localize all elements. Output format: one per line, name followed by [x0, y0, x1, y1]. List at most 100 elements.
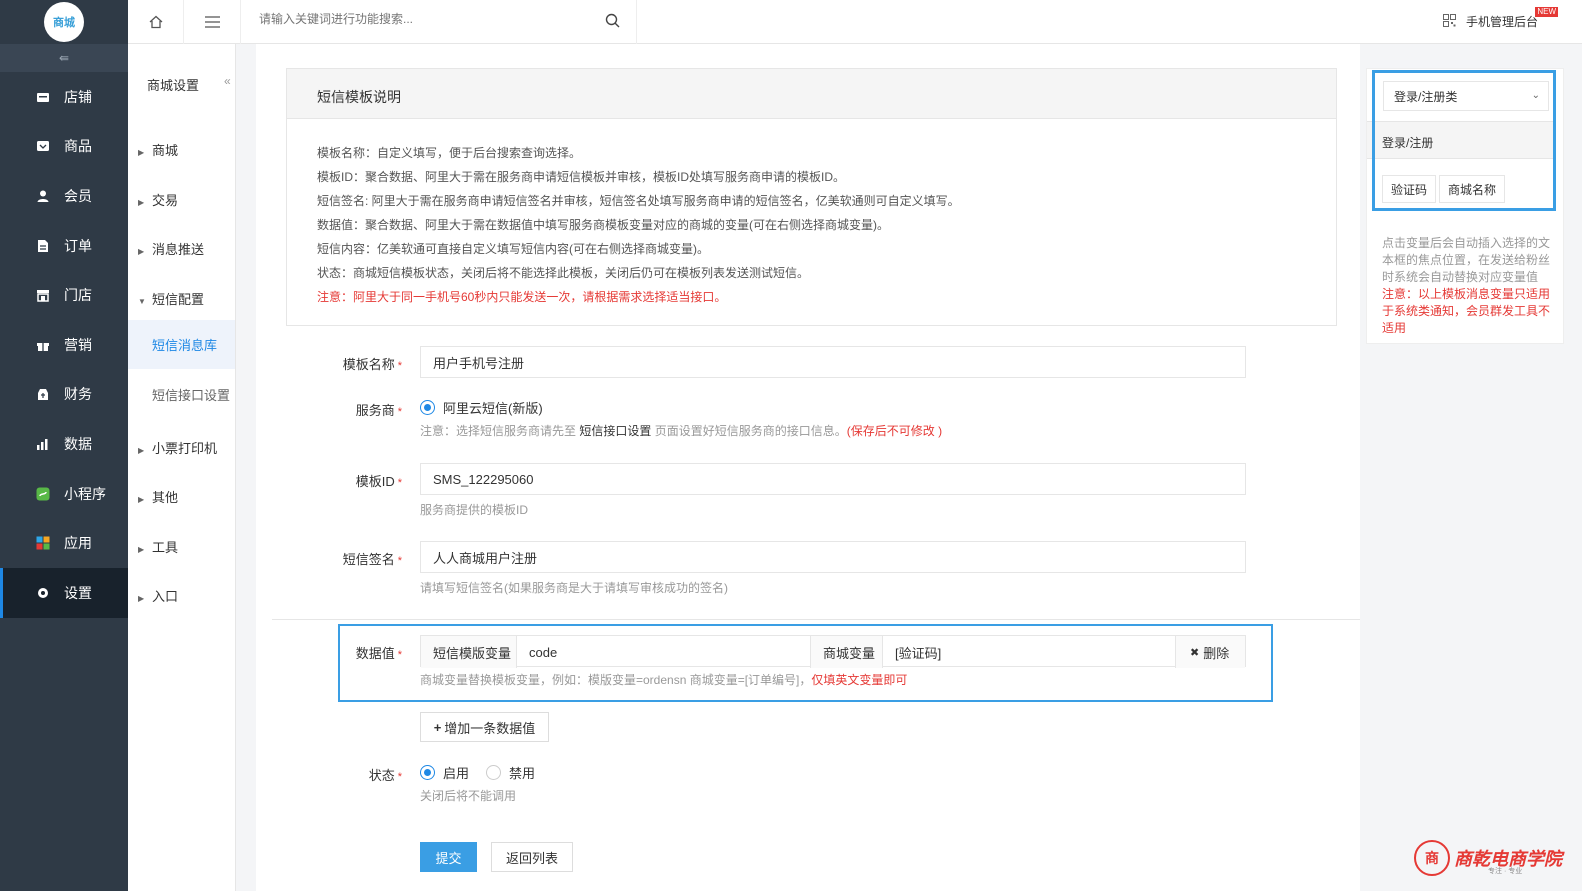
caret-right-icon: ▶	[138, 545, 145, 554]
main-sidebar: 商城 ⇚ 店铺商品会员订单门店营销财务数据小程序应用设置	[0, 0, 128, 891]
submenu-child[interactable]: 短信消息库	[128, 320, 235, 369]
data-value-hint: 商城变量替换模板变量，例如：模版变量=ordensn 商城变量=[订单编号]，仅…	[420, 673, 908, 687]
home-icon[interactable]	[128, 0, 184, 44]
collapse-icon[interactable]: «	[224, 74, 231, 88]
caret-right-icon: ▶	[138, 148, 145, 157]
template-var-addon: 短信模版变量	[421, 636, 517, 668]
submenu-group[interactable]: ▶ 入口	[138, 586, 178, 605]
gear-icon	[36, 586, 50, 600]
new-badge: NEW	[1535, 7, 1558, 17]
shop-icon	[36, 288, 50, 302]
member-icon	[36, 189, 50, 203]
sidebar-item-label: 小程序	[64, 485, 106, 502]
info-warning: 注意：阿里大于同一手机号60秒内只能发送一次，请根据需求选择适当接口。	[317, 290, 727, 304]
submenu-group[interactable]: ▼ 短信配置	[138, 289, 204, 308]
data-value-label: 数据值 *	[355, 646, 402, 661]
add-data-value-button[interactable]: + 增加一条数据值	[420, 712, 549, 742]
submenu-child[interactable]: 短信接口设置	[128, 370, 235, 419]
sidebar-item-gift[interactable]: 营销	[0, 320, 128, 370]
caret-right-icon: ▶	[138, 247, 145, 256]
template-var-input[interactable]: code	[517, 636, 811, 668]
sidebar-item-gear[interactable]: 设置	[0, 567, 128, 618]
status-off-dot[interactable]	[486, 765, 501, 780]
store-icon	[36, 90, 50, 104]
info-line: 短信签名: 阿里大于需在服务商申请短信签名并审核，短信签名处填写服务商申请的短信…	[317, 194, 960, 208]
search-box	[242, 0, 637, 44]
submenu-group[interactable]: ▶ 工具	[138, 537, 178, 556]
template-name-label: 模板名称 *	[342, 357, 402, 372]
submenu-group[interactable]: ▶ 其他	[138, 487, 178, 506]
submenu-group-label: 交易	[152, 193, 179, 208]
sidebar-item-chart[interactable]: 数据	[0, 419, 128, 469]
mobile-admin-link[interactable]: 手机管理后台	[1442, 13, 1538, 30]
search-input[interactable]	[259, 12, 589, 26]
submenu-group-label: 工具	[152, 540, 179, 555]
gift-icon	[36, 338, 50, 352]
order-icon	[36, 239, 50, 253]
caret-right-icon: ▶	[138, 594, 145, 603]
info-line: 数据值：聚合数据、阿里大于需在数据值中填写服务商模板变量对应的商城的变量(可在右…	[317, 218, 889, 232]
provider-radio[interactable]: 阿里云短信(新版)	[420, 398, 543, 417]
provider-radio-dot[interactable]	[420, 400, 435, 415]
data-value-group: 短信模版变量 code 商城变量 [验证码] ✖ 删除	[420, 635, 1246, 668]
sidebar-item-apps[interactable]: 应用	[0, 518, 128, 568]
sidebar-item-label: 门店	[64, 287, 92, 304]
sidebar-item-label: 店铺	[64, 88, 92, 105]
variable-note: 点击变量后会自动插入选择的文本框的焦点位置，在发送给粉丝时系统会自动替换对应变量…	[1382, 236, 1551, 335]
submenu-group[interactable]: ▶ 小票打印机	[138, 438, 217, 457]
sms-interface-link[interactable]: 短信接口设置	[579, 424, 651, 438]
caret-right-icon: ▶	[138, 495, 145, 504]
sidebar-item-order[interactable]: 订单	[0, 221, 128, 271]
submenu-group-label: 商城	[152, 143, 179, 158]
sms-sign-input[interactable]: 人人商城用户注册	[420, 541, 1246, 573]
sidebar-item-store[interactable]: 店铺	[0, 72, 128, 122]
submenu-group[interactable]: ▶ 消息推送	[138, 239, 204, 258]
shop-var-input[interactable]: [验证码]	[883, 636, 1176, 668]
delete-button[interactable]: ✖ 删除	[1176, 636, 1245, 668]
sidebar-item-shop[interactable]: 门店	[0, 270, 128, 320]
sms-sign-label: 短信签名 *	[342, 552, 402, 567]
template-id-input[interactable]: SMS_122295060	[420, 463, 1246, 495]
close-icon: ✖	[1190, 646, 1200, 659]
main-content: 短信模板说明 模板名称：自定义填写，便于后台搜索查询选择。模板ID：聚合数据、阿…	[256, 44, 1360, 891]
sidebar-item-goods[interactable]: 商品	[0, 122, 128, 172]
status-on-radio[interactable]: 启用	[420, 763, 469, 782]
apps-icon	[36, 536, 50, 550]
watermark-emblem-icon: 商	[1414, 840, 1450, 876]
provider-hint: 注意：选择短信服务商请先至 短信接口设置 页面设置好短信服务商的接口信息。(保存…	[420, 424, 943, 438]
goods-icon	[36, 139, 50, 153]
sidebar-item-label: 应用	[64, 535, 92, 552]
submenu-title: 商城设置	[147, 78, 200, 93]
info-line: 模板ID：聚合数据、阿里大于需在服务商申请短信模板并审核，模板ID处填写服务商申…	[317, 170, 846, 184]
sidebar-item-miniprogram[interactable]: 小程序	[0, 469, 128, 519]
submenu-group[interactable]: ▶ 商城	[138, 140, 178, 159]
template-id-label: 模板ID *	[355, 474, 402, 489]
back-to-list-button[interactable]: 返回列表	[491, 842, 573, 872]
sidebar-fold-icon[interactable]: ⇚	[0, 44, 128, 72]
shop-var-addon: 商城变量	[811, 636, 883, 668]
search-icon[interactable]	[605, 13, 620, 31]
status-off-radio[interactable]: 禁用	[486, 763, 535, 782]
logo[interactable]: 商城	[44, 2, 84, 42]
sidebar-item-finance[interactable]: 财务	[0, 370, 128, 420]
template-id-hint: 服务商提供的模板ID	[420, 503, 529, 517]
info-line: 状态：商城短信模板状态，关闭后将不能选择此模板，关闭后仍可在模板列表发送测试短信…	[317, 266, 810, 280]
info-panel-title: 短信模板说明	[287, 69, 1336, 119]
status-on-dot[interactable]	[420, 765, 435, 780]
submit-button[interactable]: 提交	[420, 842, 477, 872]
menu-icon[interactable]	[185, 0, 241, 44]
mobile-admin-label: 手机管理后台	[1465, 15, 1538, 29]
sidebar-item-label: 会员	[64, 187, 92, 204]
status-label: 状态 *	[368, 768, 402, 783]
sidebar-item-label: 营销	[64, 336, 92, 353]
miniprogram-icon	[36, 487, 50, 501]
top-bar: 手机管理后台 NEW	[128, 0, 1582, 44]
divider	[272, 619, 1360, 620]
sidebar-item-label: 数据	[64, 435, 92, 452]
submenu-group[interactable]: ▶ 交易	[138, 190, 178, 209]
info-line: 模板名称：自定义填写，便于后台搜索查询选择。	[317, 146, 582, 160]
submenu-group-label: 消息推送	[152, 242, 205, 257]
sidebar-item-member[interactable]: 会员	[0, 171, 128, 221]
template-name-input[interactable]: 用户手机号注册	[420, 346, 1246, 378]
submenu-group-label: 短信配置	[152, 292, 205, 307]
